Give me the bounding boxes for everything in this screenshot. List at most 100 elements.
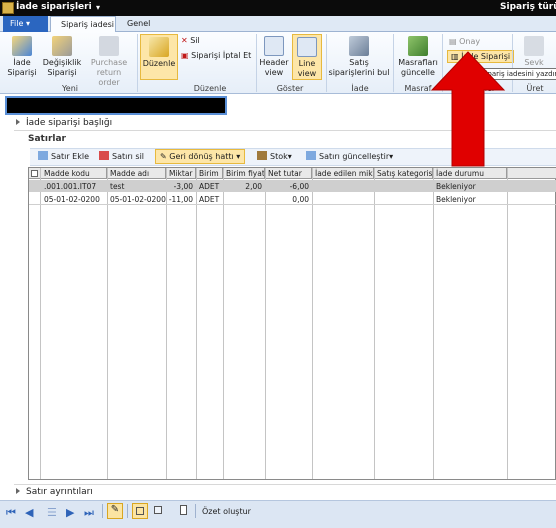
next-record-icon[interactable]: ▶ bbox=[66, 506, 74, 519]
col-unit-price[interactable]: Birim fiyat bbox=[223, 168, 265, 179]
fasttab-header-label: İade siparişi başlığı bbox=[26, 118, 113, 128]
chevron-down-icon: ▾ bbox=[236, 152, 241, 161]
col-quantity[interactable]: Miktar bbox=[166, 168, 196, 179]
delete-line-button[interactable]: Satırı sil bbox=[99, 151, 144, 161]
update-line-label: Satırı güncelleştir bbox=[319, 152, 390, 161]
cell-net-amount[interactable]: 0,00 bbox=[265, 193, 312, 205]
line-view-icon bbox=[297, 37, 317, 57]
cell-quantity[interactable]: -3,00 bbox=[166, 180, 196, 192]
cancel-order-button[interactable]: ▣ Siparişi İptal Et bbox=[181, 51, 251, 60]
title-dropdown-icon[interactable]: ▾ bbox=[96, 3, 100, 12]
pencil-icon bbox=[149, 37, 169, 57]
new-return-order-button[interactable]: İade Siparişi bbox=[5, 36, 39, 78]
col-unit[interactable]: Birim bbox=[196, 168, 223, 179]
divider bbox=[102, 504, 103, 518]
cell-item-name[interactable]: test bbox=[107, 180, 166, 192]
header-view-button[interactable]: Header view bbox=[258, 36, 290, 78]
divider bbox=[195, 504, 196, 518]
cell-unit-price[interactable] bbox=[223, 193, 265, 205]
fasttab-line-details[interactable]: Satır ayrıntıları bbox=[16, 487, 93, 497]
change-order-button[interactable]: Değişiklik Siparişi bbox=[40, 36, 84, 78]
col-item-code[interactable]: Madde kodu bbox=[41, 168, 107, 179]
fasttab-lines[interactable]: Satırlar bbox=[28, 134, 66, 144]
expand-icon bbox=[16, 119, 20, 125]
details-view-icon bbox=[154, 506, 162, 514]
col-net-amount[interactable]: Net tutar bbox=[265, 168, 312, 179]
edit-button[interactable]: Düzenle bbox=[140, 34, 178, 80]
cell-sales-category[interactable] bbox=[374, 180, 433, 192]
cell-return-status[interactable]: Bekleniyor bbox=[433, 180, 507, 192]
file-tab[interactable]: File ▾ bbox=[3, 16, 48, 32]
header-view-icon bbox=[264, 36, 284, 56]
stock-icon bbox=[257, 151, 267, 160]
edit-mode-button[interactable]: ✎ bbox=[107, 503, 123, 519]
cell-item-code[interactable]: 05-01-02-0200 bbox=[41, 193, 107, 205]
cell-unit[interactable]: ADET bbox=[196, 180, 223, 192]
record-list-icon[interactable]: ☰ bbox=[47, 506, 57, 519]
grid-view-button[interactable] bbox=[132, 503, 148, 519]
red-arrow-annotation bbox=[430, 51, 506, 167]
cancel-order-icon: ▣ bbox=[181, 51, 189, 60]
select-all-checkbox[interactable] bbox=[31, 170, 38, 177]
cell-item-name[interactable]: 05-01-02-0200 bbox=[107, 193, 166, 205]
header-view-label: Header view bbox=[259, 58, 289, 77]
attachments-button[interactable] bbox=[176, 503, 192, 519]
cell-returned-qty[interactable] bbox=[312, 180, 374, 192]
col-sales-category[interactable]: Satış kategorisi bbox=[374, 168, 433, 179]
cell-returned-qty[interactable] bbox=[312, 193, 374, 205]
group-separator bbox=[326, 34, 327, 92]
cell-return-status[interactable]: Bekleniyor bbox=[433, 193, 507, 205]
purchase-return-order-label: Purchase return order bbox=[90, 58, 128, 87]
cell-item-code[interactable]: .001.001.IT07 bbox=[41, 180, 107, 192]
line-view-label: Line view bbox=[297, 59, 317, 78]
column-divider bbox=[196, 168, 197, 479]
file-tab-label: File bbox=[10, 19, 24, 28]
cell-net-amount[interactable]: -6,00 bbox=[265, 180, 312, 192]
divider bbox=[127, 504, 128, 518]
grid-view-icon bbox=[136, 507, 144, 515]
return-line-button[interactable]: ✎ Geri dönüş hattı ▾ bbox=[155, 149, 246, 164]
first-record-icon[interactable]: ⏮ bbox=[6, 506, 16, 520]
group-separator bbox=[137, 34, 138, 92]
tab-siparis-iadesi[interactable]: Sipariş iadesi bbox=[50, 16, 116, 33]
ship-button[interactable]: Sevk bbox=[515, 36, 553, 68]
order-type-label: Sipariş türü: bbox=[500, 2, 556, 12]
tab-genel[interactable]: Genel bbox=[127, 19, 150, 28]
col-item-name[interactable]: Madde adı bbox=[107, 168, 166, 179]
change-order-icon bbox=[52, 36, 72, 56]
stock-label: Stok bbox=[270, 152, 288, 161]
column-divider bbox=[223, 168, 224, 479]
cell-unit[interactable]: ADET bbox=[196, 193, 223, 205]
add-line-button[interactable]: Satır Ekle bbox=[38, 151, 89, 161]
cell-unit-price[interactable]: 2,00 bbox=[223, 180, 265, 192]
previous-record-icon[interactable]: ◀ bbox=[25, 506, 33, 519]
ship-label: Sevk bbox=[524, 58, 544, 67]
new-document-icon bbox=[12, 36, 32, 56]
charges-icon bbox=[408, 36, 428, 56]
column-divider bbox=[374, 168, 375, 479]
purchase-return-order-button[interactable]: Purchase return order bbox=[85, 36, 133, 88]
chevron-down-icon: ▾ bbox=[389, 152, 394, 161]
cell-quantity[interactable]: -11,00 bbox=[166, 193, 196, 205]
cell-sales-category[interactable] bbox=[374, 193, 433, 205]
fasttab-details-label: Satır ayrıntıları bbox=[26, 487, 93, 497]
approval-button[interactable]: ▤ Onay bbox=[449, 37, 480, 46]
chevron-down-icon: ▾ bbox=[25, 19, 30, 28]
delete-button[interactable]: ✕ Sil bbox=[181, 36, 200, 45]
details-view-button[interactable] bbox=[151, 503, 167, 519]
col-returned-qty[interactable]: İade edilen mik. bbox=[312, 168, 374, 179]
add-line-icon bbox=[38, 151, 48, 160]
fasttab-header[interactable]: İade siparişi başlığı bbox=[16, 118, 112, 128]
last-record-icon[interactable]: ⏭ bbox=[84, 506, 94, 520]
find-sales-orders-label: Satış siparişlerini bul bbox=[328, 58, 390, 77]
group-separator bbox=[393, 34, 394, 92]
create-summary-link[interactable]: Özet oluştur bbox=[202, 507, 251, 516]
find-sales-orders-button[interactable]: Satış siparişlerini bul bbox=[328, 36, 390, 78]
stock-button[interactable]: Stok▾ bbox=[257, 151, 292, 161]
new-return-order-label: İade Siparişi bbox=[7, 58, 37, 77]
update-line-button[interactable]: Satırı güncelleştir▾ bbox=[306, 151, 393, 161]
line-view-button[interactable]: Line view bbox=[292, 34, 322, 80]
group-separator bbox=[256, 34, 257, 92]
find-orders-icon bbox=[349, 36, 369, 56]
group-label-yeni: Yeni bbox=[61, 84, 79, 93]
